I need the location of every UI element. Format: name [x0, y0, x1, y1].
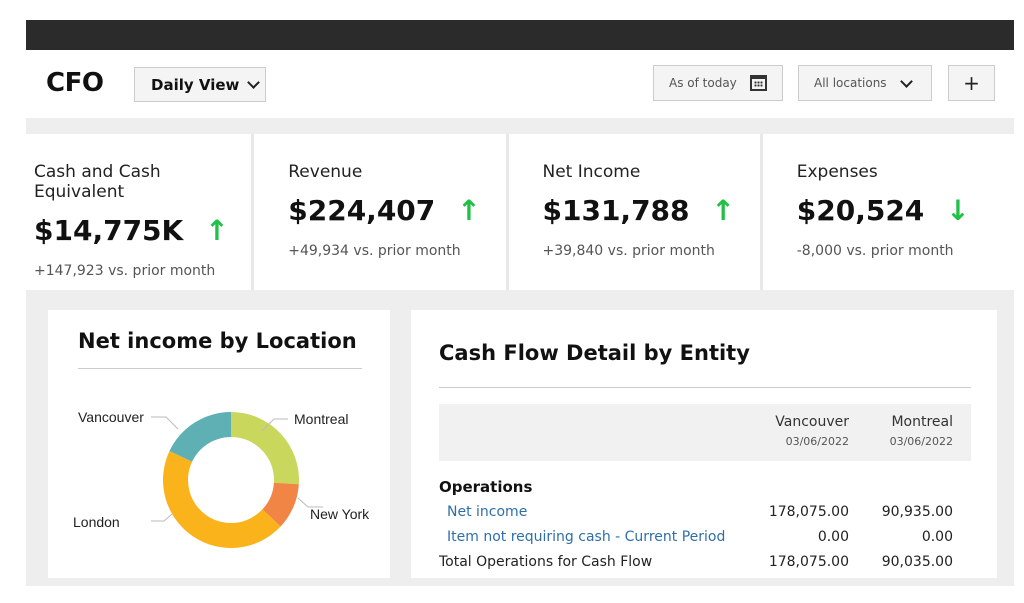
label-new-york: New York [310, 506, 370, 522]
cell-montreal: 90,935.00 [881, 504, 953, 520]
column-header-montreal: Montreal 03/06/2022 [890, 414, 953, 448]
kpi-value-row: $14,775K ↑ [34, 214, 251, 247]
kpi-title: Cash and Cash Equivalent [34, 162, 161, 202]
net-income-by-location-card: Net income by Location Vancouver Montrea… [48, 310, 390, 578]
kpi-card-net-income[interactable]: Net Income $131,788 ↑ +39,840 vs. prior … [508, 134, 760, 290]
arrow-up-icon: ↑ [457, 193, 481, 227]
location-select[interactable]: All locations [798, 65, 932, 101]
lower-section: Net income by Location Vancouver Montrea… [26, 290, 1014, 586]
donut-chart: Vancouver Montreal New York London [73, 409, 370, 548]
date-filter-label: As of today [669, 76, 737, 90]
kpi-value: $131,788 [542, 194, 690, 227]
kpi-row: Cash and Cash Equivalent $14,775K ↑ +147… [26, 134, 1014, 290]
view-select[interactable]: Daily View [134, 67, 266, 102]
row-label-link[interactable]: Item not requiring cash - Current Period [447, 529, 725, 545]
label-london: London [73, 514, 120, 530]
kpi-band: Cash and Cash Equivalent $14,775K ↑ +147… [26, 118, 1014, 290]
kpi-card-revenue[interactable]: Revenue $224,407 ↑ +49,934 vs. prior mon… [254, 134, 506, 290]
kpi-value-row: $20,524 ↓ [797, 194, 1014, 227]
card-title: Cash Flow Detail by Entity [439, 341, 750, 365]
kpi-value: $14,775K [34, 214, 184, 247]
kpi-value-row: $224,407 ↑ [288, 194, 505, 227]
row-label: Total Operations for Cash Flow [439, 554, 653, 570]
kpi-value-row: $131,788 ↑ [543, 194, 760, 227]
table-row: Total Operations for Cash Flow 178,075.0… [439, 554, 971, 578]
app-logo: CFO [46, 68, 104, 98]
donut-slice-london[interactable] [163, 451, 281, 548]
view-select-label: Daily View [151, 75, 240, 94]
top-bar [26, 20, 1014, 50]
date-filter[interactable]: As of today [653, 65, 783, 101]
divider [78, 368, 362, 369]
card-title: Net income by Location [78, 329, 357, 353]
table-header: Vancouver 03/06/2022 Montreal 03/06/2022 [439, 404, 971, 461]
chevron-down-icon [247, 75, 261, 89]
kpi-delta: -8,000 vs. prior month [796, 243, 954, 259]
kpi-title: Revenue [288, 162, 363, 182]
kpi-value: $224,407 [288, 194, 436, 227]
arrow-down-icon: ↓ [946, 193, 970, 227]
arrow-up-icon: ↑ [711, 193, 735, 227]
kpi-delta: +49,934 vs. prior month [288, 243, 461, 259]
arrow-up-icon: ↑ [205, 213, 229, 247]
label-vancouver: Vancouver [78, 409, 144, 425]
label-montreal: Montreal [294, 411, 348, 427]
cell-vancouver: 178,075.00 [768, 554, 849, 570]
header: CFO Daily View As of today All locations… [26, 50, 1014, 118]
kpi-delta: +39,840 vs. prior month [542, 243, 715, 259]
divider [439, 387, 971, 388]
cell-vancouver: 178,075.00 [768, 504, 849, 520]
column-date: 03/06/2022 [889, 435, 953, 448]
kpi-title: Net Income [542, 162, 641, 182]
cell-montreal: 0.00 [921, 529, 953, 545]
kpi-title: Expenses [796, 162, 878, 182]
column-header-vancouver: Vancouver 03/06/2022 [775, 414, 849, 448]
leader-line-vancouver [151, 416, 179, 430]
calendar-icon[interactable] [750, 75, 767, 91]
kpi-value: $20,524 [796, 194, 925, 227]
cell-vancouver: 0.00 [817, 529, 849, 545]
cell-montreal: 90,035.00 [881, 554, 953, 570]
chevron-down-icon [900, 75, 913, 88]
section-heading: Operations [439, 478, 533, 496]
column-name: Vancouver [775, 414, 849, 430]
kpi-card-cash[interactable]: Cash and Cash Equivalent $14,775K ↑ +147… [26, 134, 252, 290]
column-date: 03/06/2022 [785, 435, 849, 448]
location-select-label: All locations [814, 76, 887, 90]
table-row: Net income 178,075.00 90,935.00 [439, 504, 971, 528]
leader-line-london [151, 513, 173, 522]
donut-slice-vancouver[interactable] [169, 412, 231, 462]
donut-slice-montreal[interactable] [231, 412, 299, 485]
column-name: Montreal [891, 414, 953, 430]
row-label-link[interactable]: Net income [447, 504, 527, 520]
kpi-card-expenses[interactable]: Expenses $20,524 ↓ -8,000 vs. prior mont… [762, 134, 1014, 290]
cash-flow-card: Cash Flow Detail by Entity Vancouver 03/… [411, 310, 997, 578]
table-row: Item not requiring cash - Current Period… [439, 529, 971, 553]
kpi-delta: +147,923 vs. prior month [34, 263, 216, 279]
add-button[interactable]: + [948, 65, 995, 101]
